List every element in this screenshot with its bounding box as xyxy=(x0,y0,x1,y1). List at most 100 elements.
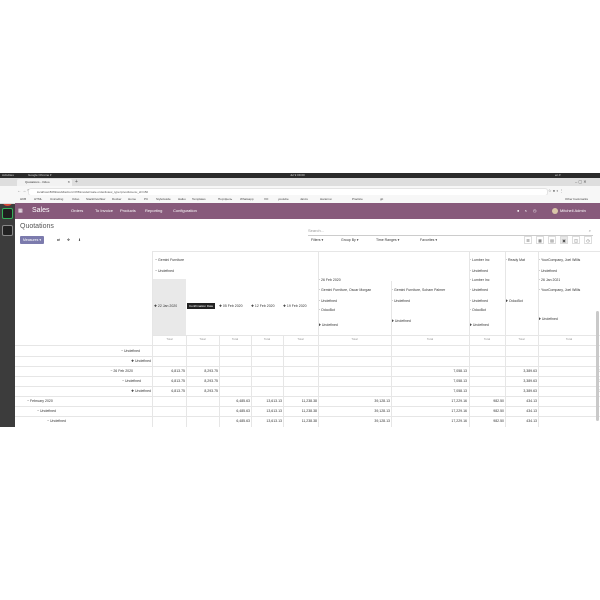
col-header-22jan[interactable]: ✚ 22 Jan 2020 xyxy=(154,304,177,309)
row-header[interactable]: ✚ Undefined xyxy=(15,387,151,396)
bookmark-14[interactable]: youtube xyxy=(278,195,289,203)
bookmark-12[interactable]: Whatsapp xyxy=(240,195,254,203)
col-header-undefined-7[interactable]: − Undefined xyxy=(469,299,488,304)
app-name[interactable]: Sales xyxy=(32,203,50,219)
menu-orders[interactable]: Orders xyxy=(71,203,83,219)
bookmark-1[interactable]: HTML xyxy=(34,195,42,203)
cell: 39,128.13 xyxy=(374,419,390,423)
cell: 13,613.13 xyxy=(266,399,282,403)
row-header[interactable]: − Undefined xyxy=(47,417,66,426)
col-header-ready-mat[interactable]: − Ready Mat xyxy=(505,258,535,263)
col-header-undefined-10[interactable]: ✚ Undefined xyxy=(469,323,489,328)
col-header-undefined-8[interactable]: ✚ Undefined xyxy=(538,317,558,322)
row-header[interactable]: − Undefined xyxy=(15,347,140,356)
bookmark-0[interactable]: HKB xyxy=(20,195,26,203)
cell: 7,058.13 xyxy=(453,389,467,393)
col-header-undefined-6[interactable]: − Undefined xyxy=(391,299,410,304)
col-header-undefined-2[interactable]: − Undefined xyxy=(469,269,488,274)
col-header-12feb[interactable]: ✚ 12 Feb 2020 xyxy=(251,304,275,309)
flip-axis-icon[interactable]: ⇄ xyxy=(57,236,60,244)
bookmark-15[interactable]: Jarvis xyxy=(300,195,308,203)
col-header-lumber[interactable]: − Lumber Inc xyxy=(469,258,490,263)
bookmark-16[interactable]: Напитки xyxy=(320,195,332,203)
graph-view-icon[interactable]: ◫ xyxy=(572,236,580,244)
col-header-lumber-2[interactable]: − Lumber Inc xyxy=(469,278,490,283)
menu-to-invoice[interactable]: To Invoice xyxy=(95,203,113,219)
measures-button[interactable]: Measures ▾ xyxy=(20,236,45,244)
bookmark-7[interactable]: PC xyxy=(144,195,148,203)
user-menu[interactable]: Mitchell Admin xyxy=(560,203,586,219)
menu-configuration[interactable]: Configuration xyxy=(173,203,197,219)
col-header-gemini[interactable]: − Gemini Furniture xyxy=(155,258,184,263)
other-bookmarks[interactable]: Other bookmarks xyxy=(565,195,588,203)
bookmark-17[interactable]: Practice xyxy=(352,195,363,203)
browser-tab[interactable]: Quotations - Odoo ✕ xyxy=(17,179,72,186)
row-header[interactable]: − February 2020 xyxy=(27,397,53,406)
apps-menu-icon[interactable]: ▦ xyxy=(18,203,23,219)
menu-reporting[interactable]: Reporting xyxy=(145,203,162,219)
col-header-yourcompany[interactable]: − YourCompany, Joel Willis xyxy=(538,258,598,263)
col-header-undefined-9[interactable]: ✚ Undefined xyxy=(318,323,338,328)
kanban-view-icon[interactable]: ▦ xyxy=(536,236,544,244)
time-ranges-button[interactable]: Time Ranges ▾ xyxy=(376,236,399,244)
bookmark-5[interactable]: Docker xyxy=(112,195,122,203)
list-view-icon[interactable]: ☰ xyxy=(524,236,532,244)
expand-all-icon[interactable]: ✥ xyxy=(67,236,70,244)
col-header-05feb[interactable]: ✚ 05 Feb 2020 xyxy=(219,304,243,309)
bookmark-10[interactable]: Templates xyxy=(192,195,206,203)
group-by-button[interactable]: Group By ▾ xyxy=(341,236,359,244)
bookmark-13[interactable]: XO xyxy=(264,195,268,203)
row-header[interactable]: ✚ Undefined xyxy=(15,357,151,366)
bookmark-11[interactable]: Портфель xyxy=(218,195,232,203)
calendar-view-icon[interactable]: ▤ xyxy=(548,236,556,244)
extension-icons[interactable]: ☆ ● ◐ ⋮ xyxy=(548,188,564,193)
bookmark-6[interactable]: Home xyxy=(128,195,136,203)
bookmark-9[interactable]: Haiku xyxy=(178,195,186,203)
bookmark-8[interactable]: StyleGuide xyxy=(156,195,171,203)
menu-products[interactable]: Products xyxy=(120,203,136,219)
cell: 13,613.13 xyxy=(266,419,282,423)
col-header-undefined-4[interactable]: − Undefined xyxy=(469,288,488,293)
avatar[interactable] xyxy=(552,208,558,214)
search-input[interactable]: Search... ⌕ xyxy=(308,226,593,236)
row-header[interactable]: − Undefined xyxy=(15,377,141,386)
terminal-icon[interactable] xyxy=(2,225,13,236)
col-header-undefined-5[interactable]: − Undefined xyxy=(318,299,337,304)
bookmark-3[interactable]: Odoo xyxy=(72,195,79,203)
tooltip: Confirmation Date xyxy=(187,303,216,309)
col-header-oscar[interactable]: − Gemini Furniture, Oscar Morgan xyxy=(318,288,390,293)
bookmark-2[interactable]: Unicoding xyxy=(50,195,63,203)
window-controls[interactable]: – ▢ ✕ xyxy=(575,179,587,184)
col-header-26feb[interactable]: − 26 Feb 2020 xyxy=(318,278,341,283)
pivot-view-icon[interactable]: ▣ xyxy=(560,236,568,244)
new-tab-button[interactable]: + xyxy=(75,179,78,185)
favorites-button[interactable]: Favorites ▾ xyxy=(420,236,437,244)
chat-icon[interactable]: ● xyxy=(517,203,519,219)
bookmark-18[interactable]: git xyxy=(380,195,383,203)
col-header-odoobot-3[interactable]: − OdooBot xyxy=(469,308,486,313)
col-header-undefined[interactable]: − Undefined xyxy=(155,269,174,274)
download-icon[interactable]: ⬇ xyxy=(78,236,81,244)
vertical-scrollbar[interactable] xyxy=(596,311,599,421)
col-header-undefined-3[interactable]: − Undefined xyxy=(538,269,557,274)
measure-total: Total xyxy=(483,337,491,341)
col-header-26jan2021[interactable]: − 26 Jan 2021 xyxy=(538,278,560,283)
filters-button[interactable]: Filters ▾ xyxy=(311,236,323,244)
activity-icon[interactable]: ◷ xyxy=(533,203,537,219)
activity-view-icon[interactable]: ◷ xyxy=(584,236,592,244)
bookmark-4[interactable]: StackOverflow xyxy=(86,195,105,203)
col-header-19feb[interactable]: ✚ 19 Feb 2020 xyxy=(283,304,307,309)
pycharm-icon[interactable] xyxy=(2,208,13,219)
search-icon[interactable]: ⌕ xyxy=(589,226,591,235)
col-header-odoobot-2[interactable]: − OdooBot xyxy=(318,308,335,313)
col-header-odoobot[interactable]: ✚ OdooBot xyxy=(505,299,523,304)
tab-close-icon[interactable]: ✕ xyxy=(67,179,70,186)
col-header-soham[interactable]: − Gemini Furniture, Soham Palmer xyxy=(391,288,469,293)
col-header-odoobot-4[interactable]: ✚ Undefined xyxy=(391,319,411,324)
cell: 3,389.63 xyxy=(538,377,600,386)
row-header[interactable]: − 26 Feb 2020 xyxy=(15,367,133,376)
measure-total: Total xyxy=(351,337,358,341)
ubuntu-dock xyxy=(0,178,15,427)
row-header[interactable]: − Undefined xyxy=(37,407,56,416)
col-header-joel[interactable]: − YourCompany, Joel Willis xyxy=(538,288,598,293)
